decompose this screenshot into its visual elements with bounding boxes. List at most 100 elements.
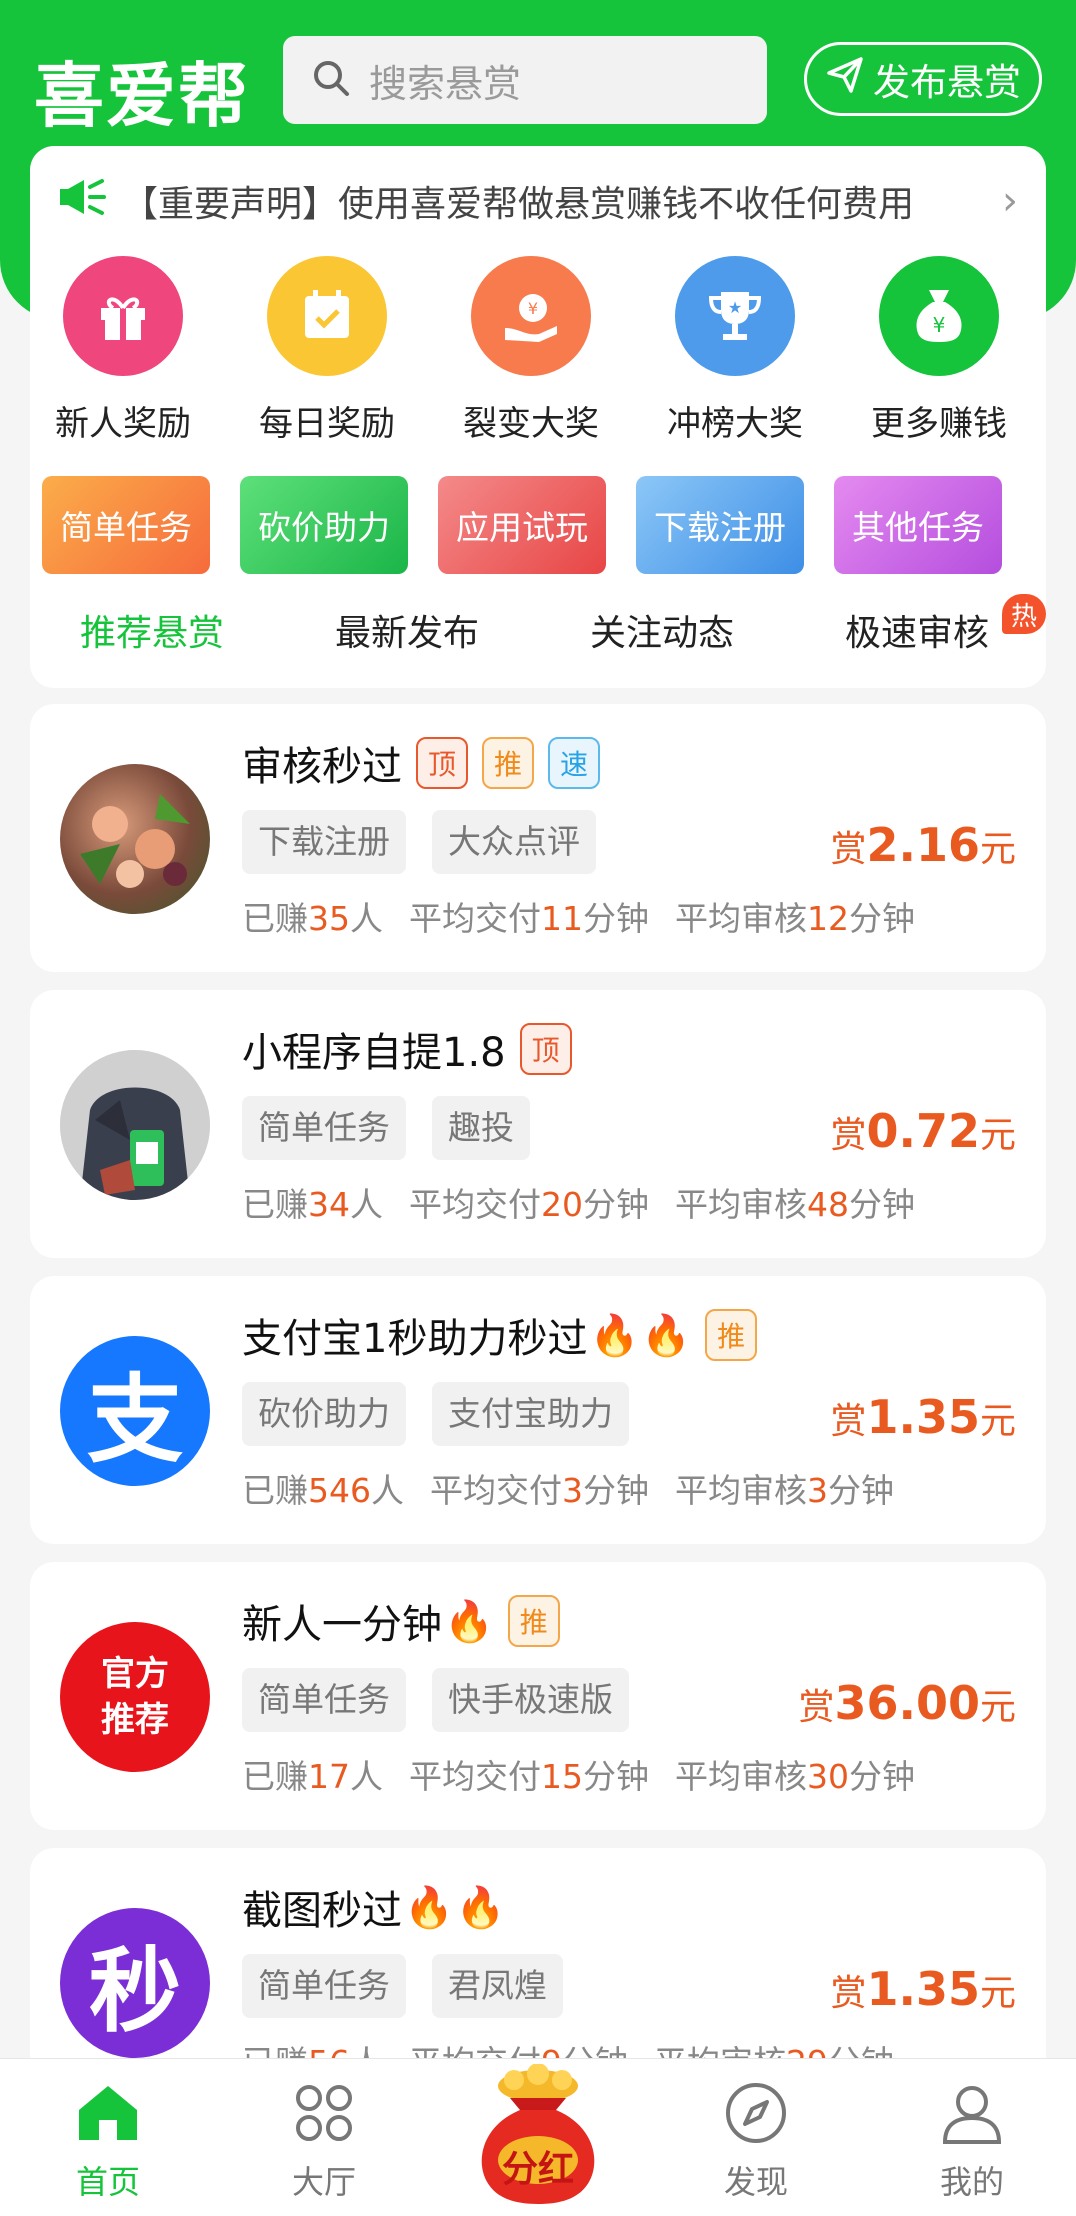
task-reward: 赏1.35元 [830, 1962, 1016, 2016]
dividend-label: 分红 [501, 2149, 574, 2190]
task-tag: 君凤煌 [432, 1954, 563, 2018]
feature-label: 裂变大奖 [463, 404, 599, 444]
nav-label: 首页 [75, 2163, 140, 2201]
trophy-icon: ★ [675, 256, 795, 376]
search-placeholder: 搜索悬赏 [369, 61, 522, 106]
task-tag: 简单任务 [242, 1668, 406, 1732]
task-title: 新人一分钟 [242, 1602, 442, 1648]
badge-recommended: 推 [507, 1595, 560, 1647]
money-bag-icon: ¥ [879, 256, 999, 376]
feature-daily-reward[interactable]: 每日奖励 [237, 256, 417, 445]
tab-recommended[interactable]: 推荐悬赏 [80, 604, 224, 656]
feature-label: 更多赚钱 [871, 404, 1007, 444]
fire-icon: 🔥 [589, 1312, 640, 1359]
task-tag: 大众点评 [432, 810, 596, 874]
feature-label: 每日奖励 [259, 404, 395, 444]
reward-amount: 1.35 [866, 1390, 980, 1444]
nav-label: 发现 [723, 2163, 788, 2201]
reward-tabs: 推荐悬赏 最新发布 关注动态 极速审核 [30, 604, 1046, 664]
nav-label: 我的 [939, 2163, 1004, 2201]
task-avatar-food [60, 764, 210, 914]
feature-new-user-reward[interactable]: 新人奖励 [33, 256, 213, 445]
calendar-check-icon [267, 256, 387, 376]
alipay-logo: 支 [60, 1336, 210, 1486]
fire-icon: 🔥 [444, 1598, 494, 1645]
nav-dividend-lucky-bag[interactable]: 分红 [466, 2063, 610, 2206]
feature-card: 【重要声明】使用喜爱帮做悬赏赚钱不收任何费用 › 新人奖励 每日奖励 ¥ 裂变大… [30, 146, 1046, 688]
category-other-task[interactable]: 其他任务 [834, 476, 1002, 574]
nav-home[interactable]: 首页 [38, 2073, 178, 2203]
feature-ranking-prize[interactable]: ★ 冲榜大奖 [645, 256, 825, 445]
task-card[interactable]: 小程序自提1.8 顶 简单任务 趣投 赏0.72元 已赚34人 平均交付20分钟平… [30, 990, 1046, 1258]
chevron-right-icon: › [1002, 178, 1018, 224]
app-logo: 喜爱帮 [34, 55, 250, 137]
task-tag: 简单任务 [242, 1096, 406, 1160]
task-card[interactable]: 支 支付宝1秒助力秒过 🔥 🔥 推 砍价助力 支付宝助力 赏1.35元 已赚54… [30, 1276, 1046, 1544]
hall-icon [254, 2073, 394, 2153]
tab-following[interactable]: 关注动态 [590, 604, 734, 656]
search-input[interactable]: 搜索悬赏 [283, 36, 767, 124]
category-simple-task[interactable]: 简单任务 [42, 476, 210, 574]
task-avatar-person [60, 1050, 210, 1200]
reward-amount: 0.72 [866, 1104, 980, 1158]
publish-label: 发布悬赏 [873, 61, 1021, 104]
svg-text:★: ★ [728, 298, 742, 317]
task-tag: 快手极速版 [432, 1668, 629, 1732]
tab-fast-review[interactable]: 极速审核 [845, 604, 989, 656]
task-reward: 赏36.00元 [798, 1676, 1016, 1730]
badge-top: 顶 [519, 1023, 572, 1075]
task-tag: 简单任务 [242, 1954, 406, 2018]
reward-amount: 1.35 [866, 1962, 980, 2016]
home-icon [38, 2073, 178, 2153]
feature-more-earnings[interactable]: ¥ 更多赚钱 [849, 256, 1029, 445]
nav-hall[interactable]: 大厅 [254, 2073, 394, 2203]
category-app-trial[interactable]: 应用试玩 [438, 476, 606, 574]
badge-recommended: 推 [482, 737, 534, 789]
badge-fast: 速 [548, 737, 600, 789]
feature-label: 冲榜大奖 [667, 404, 803, 444]
megaphone-icon [58, 177, 108, 226]
user-icon [902, 2073, 1042, 2153]
feature-label: 新人奖励 [55, 404, 191, 444]
category-bargain-help[interactable]: 砍价助力 [240, 476, 408, 574]
hot-badge: 热 [1002, 594, 1046, 634]
task-tag: 支付宝助力 [432, 1382, 629, 1446]
reward-amount: 36.00 [834, 1676, 980, 1730]
fire-icon: 🔥 [404, 1884, 454, 1931]
official-recommend-avatar: 官方推荐 [60, 1622, 210, 1772]
seconds-avatar: 秒 [60, 1908, 210, 2058]
reward-amount: 2.16 [866, 818, 980, 872]
nav-discover[interactable]: 发现 [686, 2073, 826, 2203]
svg-text:¥: ¥ [933, 313, 946, 337]
task-title: 审核秒过 [242, 744, 402, 790]
task-tag: 下载注册 [242, 810, 406, 874]
task-stats: 已赚35人 平均交付11分钟 平均审核12分钟 [242, 899, 915, 938]
nav-mine[interactable]: 我的 [902, 2073, 1042, 2203]
feature-fission-prize[interactable]: ¥ 裂变大奖 [441, 256, 621, 445]
notice-text: 【重要声明】使用喜爱帮做悬赏赚钱不收任何费用 [122, 184, 915, 225]
search-icon [311, 58, 351, 102]
task-stats: 已赚17人 平均交付15分钟 平均审核30分钟 [242, 1757, 915, 1796]
task-card[interactable]: 官方推荐 新人一分钟 🔥 推 简单任务 快手极速版 赏36.00元 已赚17人平… [30, 1562, 1046, 1830]
yen-hand-icon: ¥ [471, 256, 591, 376]
tab-latest[interactable]: 最新发布 [335, 604, 479, 656]
badge-top: 顶 [416, 737, 468, 789]
fire-icon: 🔥 [641, 1312, 692, 1359]
notice-bar[interactable]: 【重要声明】使用喜爱帮做悬赏赚钱不收任何费用 › [58, 176, 1018, 226]
task-stats: 已赚34人 平均交付20分钟 平均审核48分钟 [242, 1185, 915, 1224]
publish-reward-button[interactable]: 发布悬赏 [804, 42, 1042, 116]
task-reward: 赏1.35元 [830, 1390, 1016, 1444]
task-title: 截图秒过 [242, 1888, 402, 1934]
task-card[interactable]: 审核秒过 顶 推 速 下载注册 大众点评 赏2.16元 已赚35人 平均交付11分… [30, 704, 1046, 972]
paper-plane-icon [825, 55, 865, 104]
task-reward: 赏0.72元 [830, 1104, 1016, 1158]
fire-icon: 🔥 [455, 1884, 506, 1931]
compass-icon [686, 2073, 826, 2153]
category-download-register[interactable]: 下载注册 [636, 476, 804, 574]
task-tag: 砍价助力 [242, 1382, 406, 1446]
nav-label: 大厅 [291, 2163, 356, 2201]
task-title: 小程序自提1.8 [242, 1030, 506, 1076]
task-reward: 赏2.16元 [830, 818, 1016, 872]
gift-icon [63, 256, 183, 376]
task-title: 支付宝1秒助力秒过 [242, 1316, 588, 1362]
